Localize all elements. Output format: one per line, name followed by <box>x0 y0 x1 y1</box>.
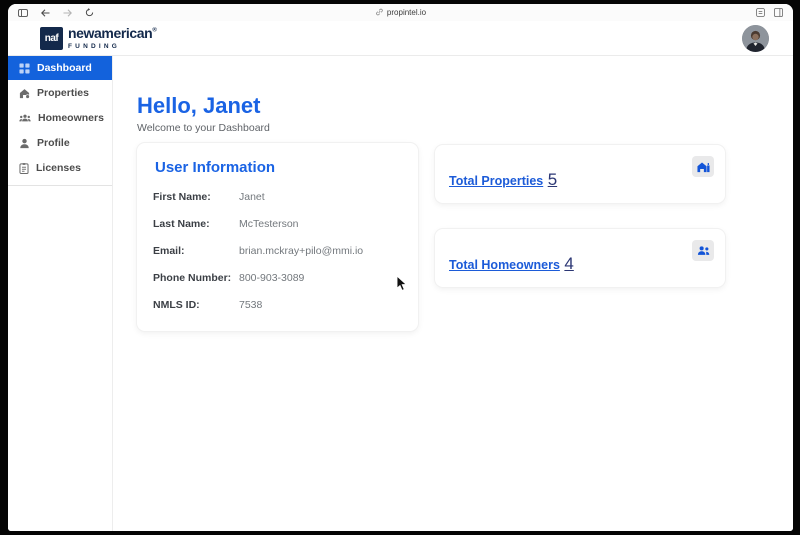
naf-logo-badge: naf <box>40 26 63 50</box>
total-homeowners-count[interactable]: 4 <box>564 254 573 274</box>
browser-nav-controls <box>18 8 94 17</box>
field-label: First Name: <box>153 191 211 204</box>
naf-logo[interactable]: naf newamerican® FUNDING <box>40 26 157 51</box>
app-header: naf newamerican® FUNDING <box>8 21 793 56</box>
field-value: McTesterson <box>239 218 299 231</box>
user-information-title: User Information <box>155 159 276 177</box>
app-body: Dashboard Properties Homeowners Profile … <box>8 56 793 531</box>
browser-right-controls <box>756 4 783 22</box>
user-avatar[interactable] <box>742 24 769 52</box>
page-title: Hello, Janet <box>137 93 261 118</box>
sidebar-item-homeowners[interactable]: Homeowners <box>8 106 112 130</box>
info-row-first-name: First Name: Janet <box>153 191 402 203</box>
browser-toolbar: propintel.io <box>8 4 793 21</box>
address-bar[interactable]: propintel.io <box>375 4 426 21</box>
sidebar: Dashboard Properties Homeowners Profile … <box>8 56 113 531</box>
sidebar-item-profile[interactable]: Profile <box>8 131 112 155</box>
field-label: Email: <box>153 245 185 258</box>
link-icon <box>375 8 383 18</box>
sidebar-item-label: Properties <box>37 87 89 99</box>
sidebar-item-label: Profile <box>37 137 70 149</box>
forward-arrow-icon[interactable] <box>63 8 72 17</box>
info-row-last-name: Last Name: McTesterson <box>153 218 402 230</box>
user-information-card: User Information First Name: Janet Last … <box>137 143 418 332</box>
reload-icon[interactable] <box>85 8 94 17</box>
total-homeowners-link[interactable]: Total Homeowners <box>449 258 560 272</box>
sidebar-item-label: Homeowners <box>38 112 104 124</box>
sidebar-item-licenses[interactable]: Licenses <box>8 156 112 180</box>
browser-window: propintel.io naf newamerican® FUNDING Da… <box>8 4 793 531</box>
two-people-icon[interactable] <box>692 240 714 262</box>
total-properties-count[interactable]: 5 <box>548 170 557 190</box>
split-view-icon[interactable] <box>774 4 783 22</box>
page-subtitle: Welcome to your Dashboard <box>137 122 270 135</box>
field-label: Last Name: <box>153 218 210 231</box>
field-label: Phone Number: <box>153 272 232 285</box>
stats-column: Total Properties 5 Total Homeowners 4 <box>435 145 725 288</box>
sidebar-divider <box>8 185 112 186</box>
home-building-icon[interactable] <box>692 156 714 178</box>
url-text: propintel.io <box>386 8 427 17</box>
info-row-email: Email: brian.mckray+pilo@mmi.io <box>153 245 402 257</box>
sidebar-toggle-icon[interactable] <box>18 8 28 17</box>
house-icon <box>19 88 30 99</box>
field-value: 7538 <box>239 299 263 312</box>
sidebar-item-properties[interactable]: Properties <box>8 81 112 105</box>
naf-logo-text: newamerican® FUNDING <box>68 26 157 51</box>
registered-mark: ® <box>152 27 157 34</box>
brand-name: newamerican <box>68 24 153 41</box>
sidebar-item-label: Licenses <box>36 162 81 174</box>
sidebar-item-label: Dashboard <box>37 62 92 74</box>
person-icon <box>20 138 29 148</box>
brand-subname: FUNDING <box>68 42 121 50</box>
group-icon <box>19 114 31 122</box>
total-properties-link[interactable]: Total Properties <box>449 174 543 188</box>
total-properties-card: Total Properties 5 <box>435 145 725 204</box>
info-row-nmls-id: NMLS ID: 7538 <box>153 299 402 311</box>
dashboard-content-row: User Information First Name: Janet Last … <box>137 143 725 332</box>
sidebar-item-dashboard[interactable]: Dashboard <box>8 56 112 80</box>
field-value: 800-903-3089 <box>239 272 305 285</box>
total-homeowners-card: Total Homeowners 4 <box>435 229 725 288</box>
info-row-phone-number: Phone Number: 800-903-3089 <box>153 272 402 284</box>
main-content: Hello, Janet Welcome to your Dashboard U… <box>113 56 793 531</box>
back-arrow-icon[interactable] <box>41 8 50 17</box>
field-value: brian.mckray+pilo@mmi.io <box>239 245 364 258</box>
avatar-photo-icon <box>742 24 769 52</box>
field-value: Janet <box>239 191 265 204</box>
dashboard-grid-icon <box>19 62 30 74</box>
reader-view-icon[interactable] <box>756 4 765 22</box>
field-label: NMLS ID: <box>153 299 200 312</box>
license-document-icon <box>19 162 29 174</box>
